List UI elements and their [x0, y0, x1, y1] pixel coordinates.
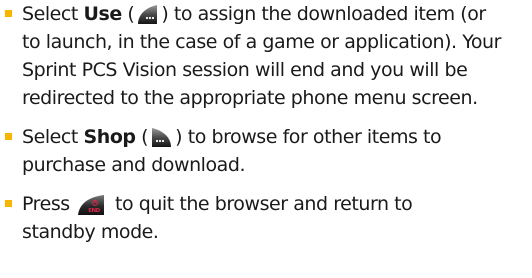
line-text: ) to browse for other items to	[175, 126, 442, 148]
shop-label: Shop	[83, 126, 137, 148]
list-item-line: redirected to the appropriate phone menu…	[22, 87, 478, 109]
line-text: Select	[22, 3, 84, 25]
right-softkey-icon	[150, 127, 173, 148]
line-text: Press	[22, 193, 76, 215]
line-text: (	[121, 3, 135, 25]
line-text: (	[135, 126, 149, 148]
list-item-line: to launch, in the case of a game or appl…	[22, 31, 501, 53]
list-item-line: Press END to quit the browser and return…	[22, 190, 413, 218]
list-item-line: Select Shop ( ) to browse for other item…	[22, 123, 442, 151]
list-item-line: purchase and download.	[22, 154, 246, 176]
list-item-end: Press END to quit the browser and return…	[0, 190, 532, 246]
bullet-marker	[5, 10, 12, 17]
bullet-marker	[5, 200, 12, 207]
list-item-line: standby mode.	[22, 221, 159, 243]
end-key-icon: END	[77, 194, 105, 216]
list-item-line: Select Use ( ) to assign the downloaded	[22, 0, 486, 28]
line-text: ) to assign the downloaded item (or	[161, 3, 486, 25]
instruction-list: Select Use ( ) to assign the downloaded	[0, 0, 532, 278]
list-item-use: Select Use ( ) to assign the downloaded	[0, 0, 532, 112]
end-key-label: END	[89, 208, 101, 214]
line-text: to quit the browser and return to	[109, 193, 413, 215]
list-item-line: Sprint PCS Vision session will end and y…	[22, 59, 468, 81]
bullet-marker	[5, 133, 12, 140]
line-text: Select	[22, 126, 84, 148]
list-item-shop: Select Shop ( ) to browse for other item…	[0, 123, 532, 179]
use-label: Use	[83, 3, 123, 25]
left-softkey-icon	[136, 4, 159, 25]
